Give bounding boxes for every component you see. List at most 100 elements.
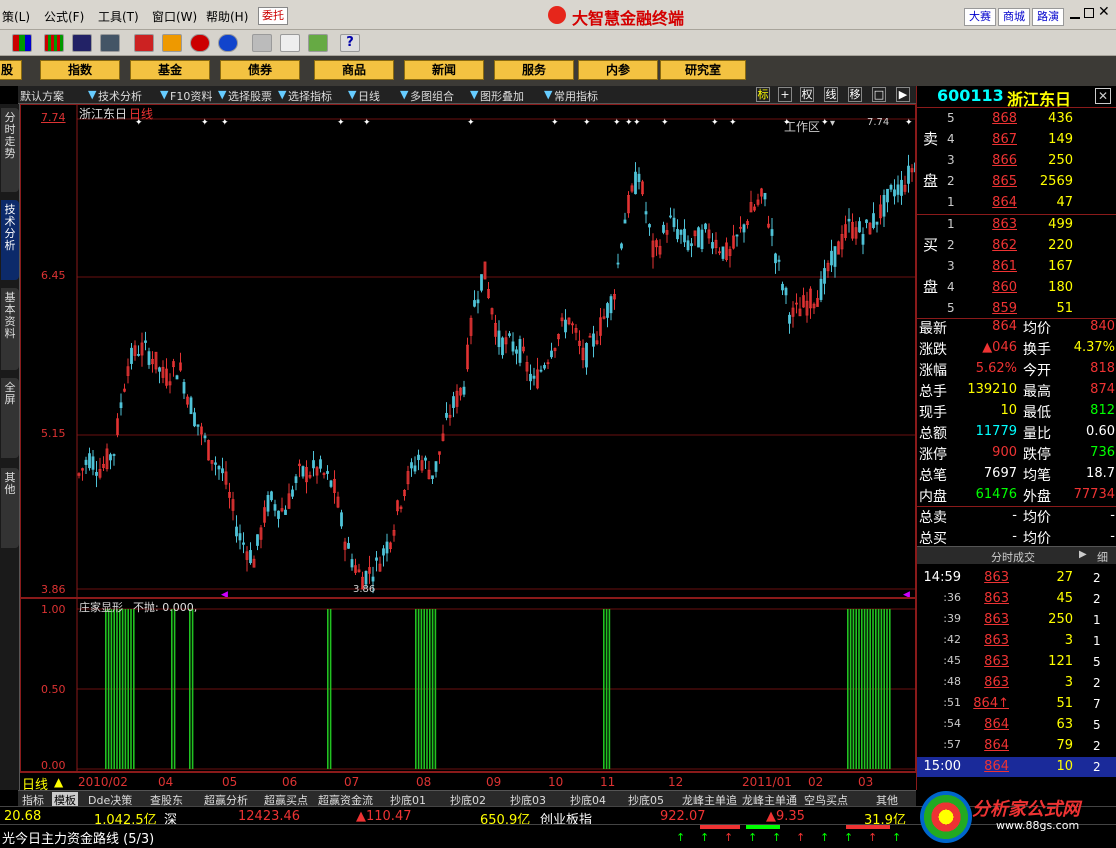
alarm-icon[interactable] (100, 34, 120, 52)
nav-button-8[interactable]: 研究室 (660, 60, 746, 80)
print-icon[interactable] (252, 34, 272, 52)
chart-toolbar-item-2[interactable]: F10资料 (170, 88, 212, 104)
tick-row[interactable]: :39 863 250 1 (917, 610, 1116, 630)
chart-toolbar-item-4[interactable]: 选择指标 (288, 88, 332, 104)
chart-toolbar-toggle-4[interactable]: 移 (848, 87, 862, 102)
chart-toolbar-item-6[interactable]: 多图组合 (410, 88, 454, 104)
tick-row[interactable]: 14:59 863 27 2 (917, 568, 1116, 588)
menu-item-2[interactable]: 工具(T) (98, 8, 139, 25)
ticker-text[interactable]: 光今日主力资金路线 (5/3) (2, 828, 154, 847)
sell-order-price[interactable]: 865 (963, 174, 1017, 189)
help-icon[interactable]: ? (340, 34, 360, 52)
contest-button[interactable]: 大赛 (964, 8, 996, 26)
side-tab-4[interactable]: 其他 (1, 468, 19, 548)
sell-order-price[interactable]: 868 (963, 111, 1017, 126)
chart-toolbar-item-3[interactable]: 选择股票 (228, 88, 272, 104)
buy-order-row-5[interactable]: 5 859 51 (917, 298, 1116, 319)
buy-order-row-2[interactable]: 2 862 220 (917, 235, 1116, 256)
nav-button-3[interactable]: 债券 (220, 60, 300, 80)
bars-icon[interactable] (44, 34, 64, 52)
trade-button[interactable]: 委托 (258, 7, 288, 25)
tick-row[interactable]: 15:00 864 10 2 (917, 757, 1116, 777)
buy-order-price[interactable]: 862 (963, 238, 1017, 253)
chart-toolbar-toggle-1[interactable]: + (778, 87, 792, 102)
nav-button-2[interactable]: 基金 (130, 60, 210, 80)
news-icon[interactable] (190, 34, 210, 52)
chart-toolbar-item-8[interactable]: 常用指标 (554, 88, 598, 104)
window-icon[interactable] (280, 34, 300, 52)
chart-toolbar-dropdown-icon-1[interactable]: ▼ (160, 88, 168, 101)
sell-order-row-3[interactable]: 3 866 250 (917, 150, 1116, 171)
info-icon[interactable] (218, 34, 238, 52)
chart-toolbar-dropdown-icon-7[interactable]: ▼ (544, 88, 552, 101)
side-tab-1[interactable]: 技术分析 (1, 200, 19, 280)
ticks-next-icon[interactable]: ▶ (1079, 549, 1087, 560)
ticks-header[interactable]: 分时成交 (991, 549, 1035, 565)
sell-order-row-4[interactable]: 4 867 149 (917, 129, 1116, 150)
sell-order-price[interactable]: 867 (963, 132, 1017, 147)
nav-button-6[interactable]: 服务 (494, 60, 574, 80)
side-tab-2[interactable]: 基本资料 (1, 288, 19, 370)
sell-order-price[interactable]: 864 (963, 195, 1017, 210)
tick-row[interactable]: :51 864↑ 51 7 (917, 694, 1116, 714)
tick-row[interactable]: :36 863 45 2 (917, 589, 1116, 609)
diamond-icon[interactable] (162, 34, 182, 52)
flag-icon[interactable] (134, 34, 154, 52)
binoculars-icon[interactable] (72, 34, 92, 52)
chart-toolbar-dropdown-icon-4[interactable]: ▼ (348, 88, 356, 101)
side-tab-0[interactable]: 分时走势 (1, 108, 19, 192)
roadshow-button[interactable]: 路演 (1032, 8, 1064, 26)
chart-toolbar-toggle-3[interactable]: 线 (824, 87, 838, 102)
indicator-chart[interactable]: 庄家显形 不抛: 0.000, 1.00 0.50 0.00 (20, 598, 916, 772)
nav-button-5[interactable]: 新闻 (404, 60, 484, 80)
buy-order-price[interactable]: 863 (963, 217, 1017, 232)
sell-order-price[interactable]: 866 (963, 153, 1017, 168)
kline-chart[interactable]: ✦ ✦ ✦ ✦ ✦ ✦ ✦ ✦ ✦ ✦ ✦ ✦ ✦ ✦ ✦ ✦ ✦ ◀ ◀ 浙江东日 日线 7.74 6.45 5.… (20, 104, 916, 598)
nav-button-1[interactable]: 指数 (40, 60, 120, 80)
sell-order-row-2[interactable]: 2 865 2569 (917, 171, 1116, 192)
tick-row[interactable]: :42 863 3 1 (917, 631, 1116, 651)
tick-row[interactable]: :54 864 63 5 (917, 715, 1116, 735)
mall-button[interactable]: 商城 (998, 8, 1030, 26)
menu-item-4[interactable]: 帮助(H) (206, 8, 248, 25)
tick-row[interactable]: :45 863 121 5 (917, 652, 1116, 672)
close-icon[interactable]: ✕ (1098, 4, 1110, 20)
tick-row[interactable]: :57 864 79 2 (917, 736, 1116, 756)
buy-order-price[interactable]: 861 (963, 259, 1017, 274)
chart-toolbar-dropdown-icon-0[interactable]: ▼ (88, 88, 96, 101)
buy-order-price[interactable]: 860 (963, 280, 1017, 295)
chart-toolbar-dropdown-icon-2[interactable]: ▼ (218, 88, 226, 101)
menu-item-3[interactable]: 窗口(W) (152, 8, 197, 25)
sell-order-row-5[interactable]: 5 868 436 (917, 108, 1116, 129)
chart-toolbar-toggle-6[interactable]: ▶ (896, 87, 910, 102)
nav-button-0[interactable]: 股 (0, 60, 22, 80)
buy-order-row-4[interactable]: 4 860 180 (917, 277, 1116, 298)
quote-icon[interactable] (12, 34, 32, 52)
chart-toolbar-item-7[interactable]: 图形叠加 (480, 88, 524, 104)
minimize-icon[interactable] (1070, 9, 1080, 19)
chart-toolbar-toggle-0[interactable]: 标 (756, 87, 770, 102)
panel-close-icon[interactable]: ✕ (1095, 88, 1111, 104)
tick-row[interactable]: :48 863 3 2 (917, 673, 1116, 693)
chart-toolbar-toggle-5[interactable]: □ (872, 87, 886, 102)
maximize-icon[interactable] (1084, 8, 1094, 18)
chart-toolbar-dropdown-icon-6[interactable]: ▼ (470, 88, 478, 101)
chart-toolbar-item-5[interactable]: 日线 (358, 88, 380, 104)
period-up-icon[interactable]: ▲ (54, 775, 63, 789)
nav-button-7[interactable]: 内参 (578, 60, 658, 80)
sell-order-row-1[interactable]: 1 864 47 (917, 192, 1116, 213)
chart-toolbar-item-1[interactable]: 技术分析 (98, 88, 142, 104)
books-icon[interactable] (308, 34, 328, 52)
chart-toolbar-item-0[interactable]: 默认方案 (20, 88, 64, 104)
buy-order-row-1[interactable]: 1 863 499 (917, 214, 1116, 235)
ticks-detail-tab[interactable]: 细 (1097, 549, 1108, 565)
menu-item-0[interactable]: 策(L) (2, 8, 30, 25)
chart-toolbar-dropdown-icon-5[interactable]: ▼ (400, 88, 408, 101)
chart-toolbar-dropdown-icon-3[interactable]: ▼ (278, 88, 286, 101)
nav-button-4[interactable]: 商品 (314, 60, 394, 80)
menu-item-1[interactable]: 公式(F) (44, 8, 84, 25)
chart-toolbar-toggle-2[interactable]: 权 (800, 87, 814, 102)
side-tab-3[interactable]: 全屏 (1, 378, 19, 458)
buy-order-price[interactable]: 859 (963, 301, 1017, 316)
buy-order-row-3[interactable]: 3 861 167 (917, 256, 1116, 277)
